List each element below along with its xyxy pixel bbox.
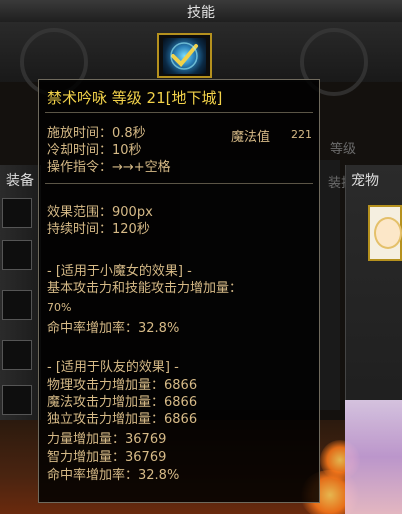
pet-tab[interactable]: 宠物 <box>351 170 379 190</box>
self-effect-attack: 基本攻击力和技能攻击力增加量： <box>47 281 243 296</box>
mp-cost-value: 221 <box>291 128 312 141</box>
pet-slot[interactable] <box>368 205 402 261</box>
party-effect-strength: 力量增加量：36769 <box>47 432 167 447</box>
party-effect-physical-attack: 物理攻击力增加量：6866 <box>47 378 198 393</box>
party-effect-hit-rate: 命中率增加率：32.8% <box>47 468 180 483</box>
party-effect-independent-attack: 独立攻击力增加量：6866 <box>47 412 198 427</box>
character-sprite <box>345 400 402 514</box>
equipment-slot[interactable] <box>2 290 32 320</box>
forbidden-chant-skill-icon <box>163 38 206 74</box>
skill-slot[interactable] <box>157 33 212 78</box>
equipment-tab[interactable]: 装备 <box>6 170 34 190</box>
cooldown: 冷却时间：10秒 <box>47 143 142 158</box>
self-effect-header: - [适用于小魔女的效果] - <box>47 264 192 279</box>
skill-tooltip: 禁术吟咏 等级 21[地下城] 施放时间：0.8秒 魔法值 221 冷却时间：1… <box>38 79 320 503</box>
mp-cost-label: 魔法值 <box>231 130 271 145</box>
self-effect-hit-rate: 命中率增加率：32.8% <box>47 321 180 336</box>
background-text: 等级 <box>330 142 357 157</box>
self-effect-attack-value: 70% <box>47 301 72 314</box>
tooltip-divider <box>45 183 313 184</box>
equipment-slot[interactable] <box>2 340 32 370</box>
party-effect-intelligence: 智力增加量：36769 <box>47 450 167 465</box>
pet-portrait <box>374 217 402 249</box>
skill-name-level: 禁术吟咏 等级 21[地下城] <box>47 89 223 107</box>
window-title: 技能 <box>187 5 215 21</box>
tooltip-divider <box>45 112 313 113</box>
equipment-slot[interactable] <box>2 198 32 228</box>
window-title-bar: 技能 <box>0 0 402 23</box>
party-effect-magic-attack: 魔法攻击力增加量：6866 <box>47 395 198 410</box>
duration: 持续时间：120秒 <box>47 222 150 237</box>
cast-time: 施放时间：0.8秒 <box>47 126 146 141</box>
party-effect-header: - [适用于队友的效果] - <box>47 360 179 375</box>
command-input: 操作指令：→→+空格 <box>47 160 171 175</box>
effect-range: 效果范围：900px <box>47 205 153 220</box>
equipment-slot[interactable] <box>2 385 32 415</box>
equipment-slot[interactable] <box>2 240 32 270</box>
